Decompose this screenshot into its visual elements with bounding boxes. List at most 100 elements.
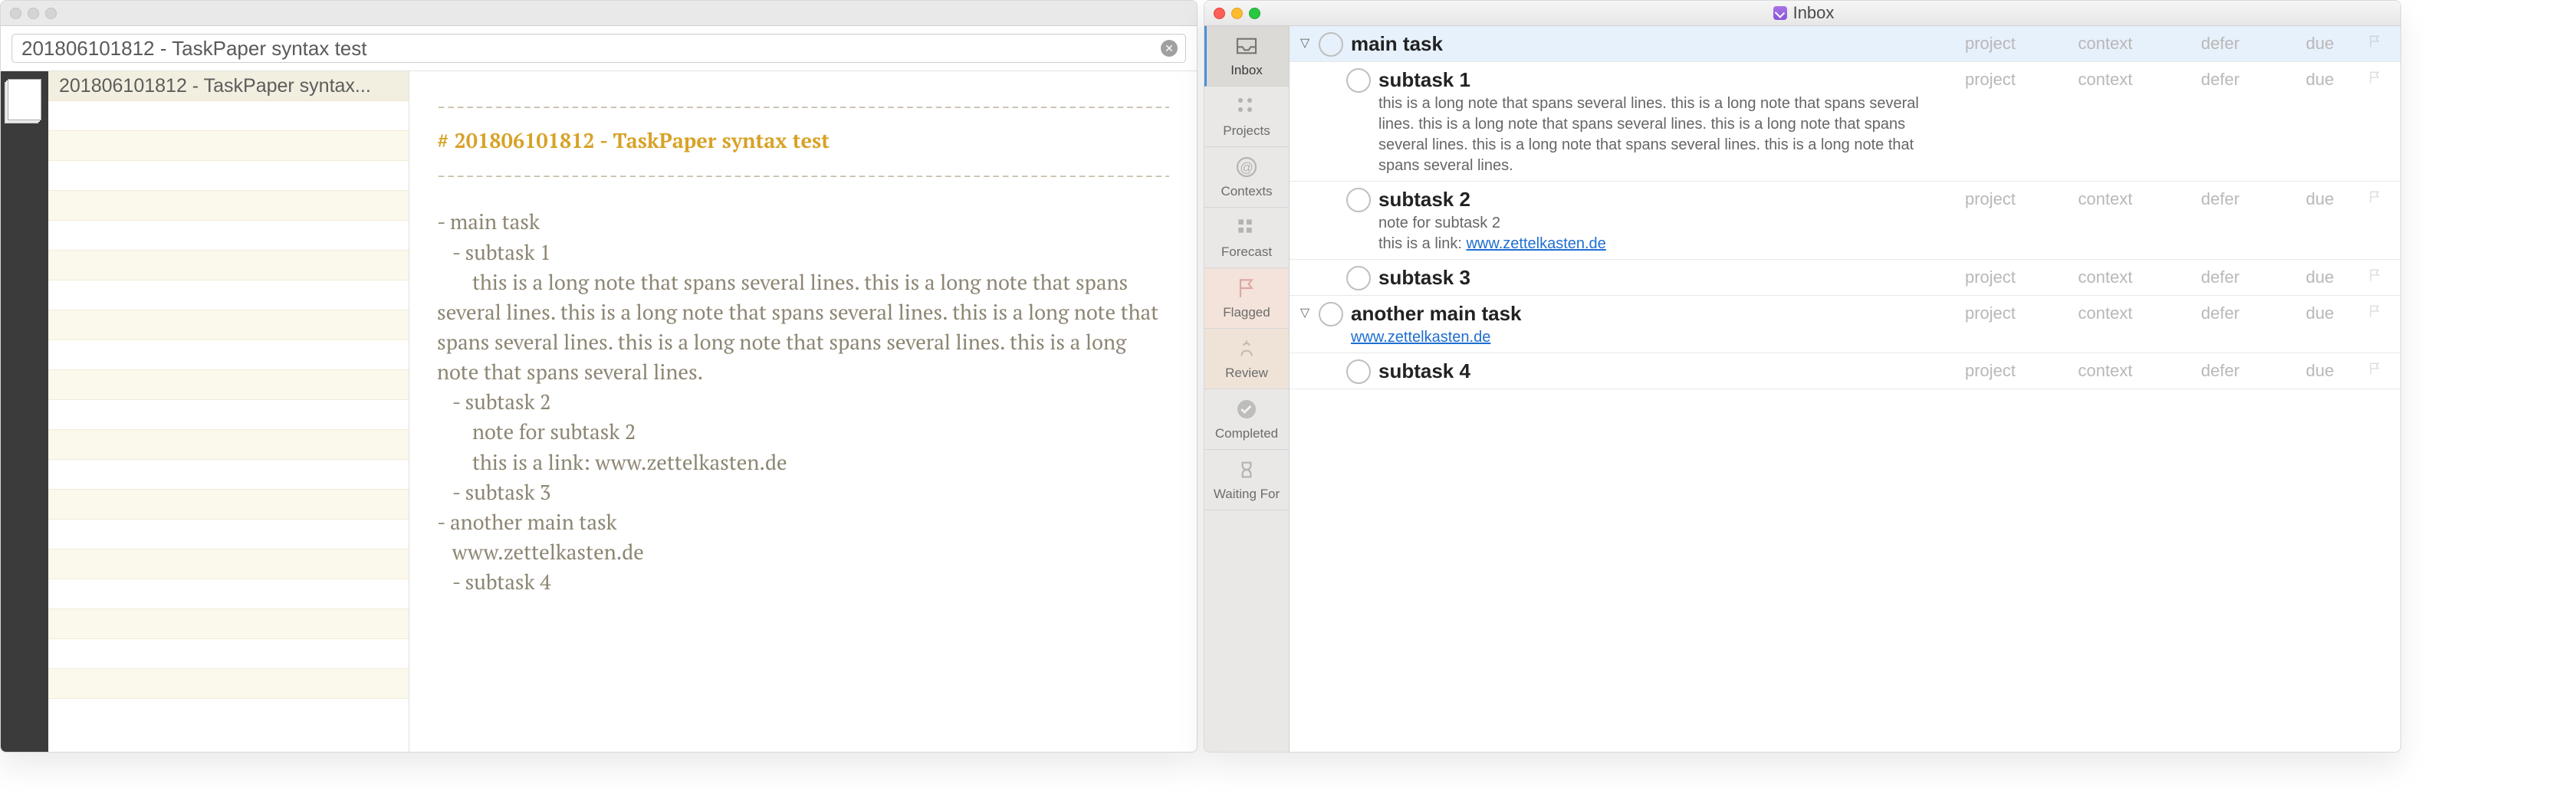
disclosure-triangle-icon — [1294, 67, 1316, 71]
col-defer[interactable]: defer — [2163, 361, 2278, 381]
col-context[interactable]: context — [2048, 303, 2163, 323]
sidebar-label: Review — [1225, 366, 1268, 381]
task-checkbox[interactable] — [1346, 188, 1371, 212]
task-checkbox[interactable] — [1319, 32, 1343, 57]
col-due[interactable]: due — [2278, 303, 2362, 323]
zoom-icon[interactable] — [45, 8, 57, 19]
col-project[interactable]: project — [1933, 189, 2048, 209]
sidebar-item-inbox[interactable]: Inbox — [1204, 26, 1289, 87]
minimize-icon[interactable] — [1231, 8, 1243, 19]
flag-icon — [1234, 276, 1259, 300]
task-title-cell[interactable]: subtask 4 — [1378, 358, 1933, 384]
flag-button[interactable] — [2362, 300, 2388, 319]
divider-bottom: ----------------------------------------… — [437, 160, 1169, 190]
editor-pane[interactable]: ----------------------------------------… — [409, 71, 1197, 753]
task-list: ▽main taskprojectcontextdeferduesubtask … — [1290, 26, 2400, 753]
task-row[interactable]: subtask 4projectcontextdeferdue — [1290, 353, 2400, 389]
note-link[interactable]: www.zettelkasten.de — [1351, 329, 1490, 346]
sidebar-item-projects[interactable]: Projects — [1204, 87, 1289, 147]
disclosure-triangle-icon — [1294, 186, 1316, 191]
col-defer[interactable]: defer — [2163, 34, 2278, 54]
task-name: another main task — [1351, 302, 1933, 326]
task-title-cell[interactable]: another main task www.zettelkasten.de — [1351, 300, 1933, 348]
right-traffic-lights — [1204, 8, 1260, 19]
col-due[interactable]: due — [2278, 70, 2362, 90]
sidebar-item-waiting[interactable]: Waiting For — [1204, 450, 1289, 510]
task-name: subtask 2 — [1378, 188, 1933, 212]
file-list-item[interactable]: 201806101812 - TaskPaper syntax... — [48, 71, 409, 101]
right-titlebar[interactable]: Inbox — [1204, 1, 2400, 26]
note-thumbnail-icon[interactable] — [8, 79, 41, 120]
col-defer[interactable]: defer — [2163, 267, 2278, 287]
sidebar-item-flagged[interactable]: Flagged — [1204, 268, 1289, 329]
thumbnail-column — [1, 71, 48, 753]
sidebar-label: Completed — [1215, 426, 1278, 441]
inbox-icon — [1234, 34, 1259, 58]
forecast-icon — [1234, 215, 1259, 240]
note-title: # 201806101812 - TaskPaper syntax test — [437, 126, 1169, 156]
flag-button[interactable] — [2362, 358, 2388, 376]
task-title-cell[interactable]: subtask 3 — [1378, 264, 1933, 290]
task-name: subtask 3 — [1378, 266, 1933, 290]
col-due[interactable]: due — [2278, 267, 2362, 287]
col-context[interactable]: context — [2048, 267, 2163, 287]
sidebar-label: Inbox — [1230, 63, 1263, 78]
col-defer[interactable]: defer — [2163, 189, 2278, 209]
disclosure-triangle-icon — [1294, 264, 1316, 269]
col-defer[interactable]: defer — [2163, 70, 2278, 90]
file-list[interactable]: 201806101812 - TaskPaper syntax... — [48, 71, 409, 753]
col-context[interactable]: context — [2048, 361, 2163, 381]
sidebar-label: Contexts — [1221, 184, 1272, 199]
col-project[interactable]: project — [1933, 303, 2048, 323]
perspective-sidebar: Inbox Projects @ Contexts Forecast Flagg… — [1204, 26, 1290, 753]
task-row[interactable]: ▽ main taskprojectcontextdeferdue — [1290, 26, 2400, 62]
col-due[interactable]: due — [2278, 34, 2362, 54]
col-due[interactable]: due — [2278, 361, 2362, 381]
flag-button[interactable] — [2362, 67, 2388, 85]
task-title-cell[interactable]: main task — [1351, 31, 1933, 57]
note-body[interactable]: - main task - subtask 1 this is a long n… — [437, 207, 1169, 597]
task-name: subtask 4 — [1378, 359, 1933, 383]
svg-text:@: @ — [1240, 160, 1254, 175]
flag-button[interactable] — [2362, 264, 2388, 283]
note-link[interactable]: www.zettelkasten.de — [1466, 235, 1605, 252]
task-checkbox[interactable] — [1346, 266, 1371, 290]
minimize-icon[interactable] — [28, 8, 39, 19]
search-bar: ✕ — [1, 26, 1197, 71]
col-project[interactable]: project — [1933, 70, 2048, 90]
col-project[interactable]: project — [1933, 267, 2048, 287]
task-row[interactable]: subtask 2note for subtask 2this is a lin… — [1290, 182, 2400, 260]
sidebar-item-completed[interactable]: Completed — [1204, 389, 1289, 450]
task-row[interactable]: ▽ another main task www.zettelkasten.de pro… — [1290, 296, 2400, 353]
task-row[interactable]: subtask 3projectcontextdeferdue — [1290, 260, 2400, 296]
search-input[interactable] — [20, 36, 1161, 61]
col-due[interactable]: due — [2278, 189, 2362, 209]
task-checkbox[interactable] — [1319, 302, 1343, 326]
disclosure-triangle-icon — [1294, 358, 1316, 362]
task-row[interactable]: subtask 1this is a long note that spans … — [1290, 62, 2400, 182]
task-checkbox[interactable] — [1346, 68, 1371, 93]
sidebar-item-contexts[interactable]: @ Contexts — [1204, 147, 1289, 208]
left-titlebar[interactable] — [1, 1, 1197, 26]
flag-button[interactable] — [2362, 31, 2388, 49]
col-project[interactable]: project — [1933, 34, 2048, 54]
disclosure-triangle-icon[interactable]: ▽ — [1294, 31, 1316, 51]
col-context[interactable]: context — [2048, 34, 2163, 54]
close-icon[interactable] — [10, 8, 21, 19]
waiting-icon — [1234, 458, 1259, 482]
close-icon[interactable] — [1214, 8, 1225, 19]
clear-search-button[interactable]: ✕ — [1161, 40, 1178, 57]
completed-icon — [1234, 397, 1259, 421]
col-context[interactable]: context — [2048, 189, 2163, 209]
sidebar-item-review[interactable]: Review — [1204, 329, 1289, 389]
sidebar-item-forecast[interactable]: Forecast — [1204, 208, 1289, 268]
flag-button[interactable] — [2362, 186, 2388, 205]
col-project[interactable]: project — [1933, 361, 2048, 381]
col-context[interactable]: context — [2048, 70, 2163, 90]
task-title-cell[interactable]: subtask 1this is a long note that spans … — [1378, 67, 1933, 176]
zoom-icon[interactable] — [1249, 8, 1260, 19]
task-title-cell[interactable]: subtask 2note for subtask 2this is a lin… — [1378, 186, 1933, 254]
task-checkbox[interactable] — [1346, 359, 1371, 384]
col-defer[interactable]: defer — [2163, 303, 2278, 323]
disclosure-triangle-icon[interactable]: ▽ — [1294, 300, 1316, 320]
